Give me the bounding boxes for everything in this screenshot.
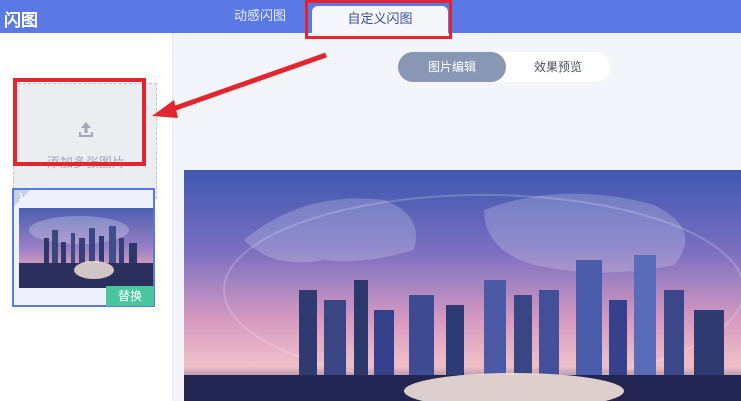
thumbnail-index: 1 — [18, 192, 25, 203]
replace-button[interactable]: 替换 — [106, 286, 154, 306]
city-skyline-thumbnail — [19, 208, 153, 288]
app-title: 闪图 — [4, 11, 38, 31]
upload-icon — [79, 122, 93, 137]
tab-custom-flash[interactable]: 自定义闪图 — [312, 6, 448, 33]
effect-preview-button[interactable]: 效果预览 — [506, 52, 610, 82]
main-image-preview — [184, 170, 741, 401]
app-header: 闪图 动感闪图 自定义闪图 — [0, 0, 741, 33]
add-images-label: 添加多张图片 — [46, 156, 125, 171]
view-toggle: 图片编辑 效果预览 — [398, 52, 610, 82]
add-images-button[interactable]: 添加多张图片 — [13, 83, 157, 199]
tab-dynamic-flash[interactable]: 动感闪图 — [210, 0, 310, 33]
sidebar: 添加多张图片 1 替换 — [0, 33, 173, 401]
image-thumbnail[interactable]: 1 替换 — [12, 188, 155, 307]
image-edit-button[interactable]: 图片编辑 — [398, 52, 506, 82]
